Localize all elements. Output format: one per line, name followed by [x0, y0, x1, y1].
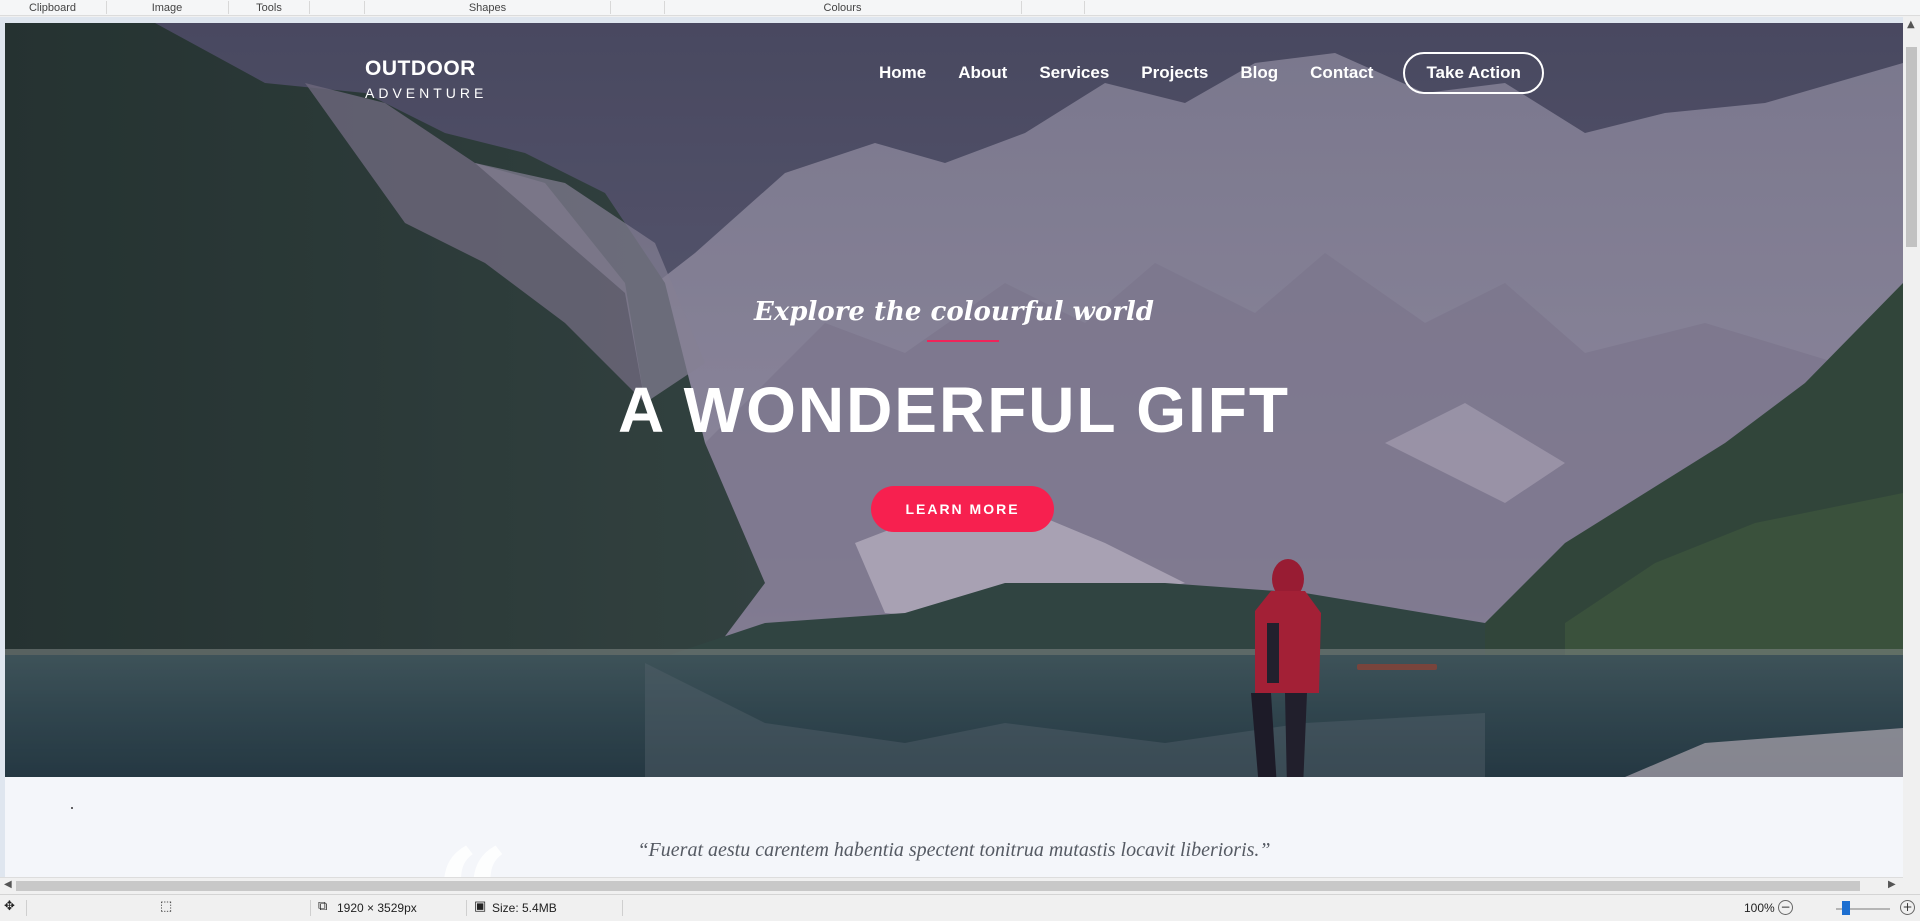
ribbon-group-image: Image	[151, 2, 183, 14]
ribbon-group-tools: Tools	[256, 2, 282, 14]
zoom-level: 100%	[1744, 901, 1775, 915]
learn-more-button[interactable]: LEARN MORE	[871, 486, 1054, 532]
status-separator	[466, 900, 467, 916]
status-separator	[310, 900, 311, 916]
ribbon-group-colours: Colours	[823, 2, 862, 14]
stray-dot	[71, 807, 73, 809]
nav-blog[interactable]: Blog	[1240, 63, 1278, 83]
ribbon-group-labels: Clipboard Image Tools Shapes Colours	[0, 0, 1920, 16]
hero-subtitle: Explore the colourful world	[753, 297, 1154, 327]
logo-line-adventure: ADVENTURE	[365, 85, 488, 101]
logo-line-outdoor: OUTDOOR	[365, 57, 476, 80]
nav-about[interactable]: About	[958, 63, 1007, 83]
move-icon: ✥	[4, 898, 15, 913]
ribbon-separator	[1084, 1, 1085, 14]
site-logo[interactable]: OUTDOOR ADVENTURE	[365, 57, 487, 101]
scroll-up-icon[interactable]: ▲	[1907, 19, 1915, 30]
zoom-slider-thumb[interactable]	[1842, 901, 1850, 915]
nav-home[interactable]: Home	[879, 63, 926, 83]
zoom-out-icon[interactable]: −	[1778, 900, 1793, 915]
hero-title: A WONDERFUL GIFT	[618, 374, 1290, 446]
ribbon-separator	[1021, 1, 1022, 14]
scroll-left-icon[interactable]: ◀	[4, 879, 12, 890]
image-canvas[interactable]: OUTDOOR ADVENTURE Home About Services Pr…	[5, 23, 1903, 877]
canvas-workspace[interactable]: OUTDOOR ADVENTURE Home About Services Pr…	[0, 17, 1920, 877]
ribbon-separator	[309, 1, 310, 14]
status-bar: ✥ ⬚ ⧉ 1920 × 3529px ▣ Size: 5.4MB 100% −…	[0, 894, 1920, 921]
ribbon-group-clipboard: Clipboard	[28, 2, 77, 14]
quote-section: “ “Fuerat aestu carentem habentia specte…	[5, 777, 1903, 877]
ribbon-separator	[610, 1, 611, 14]
selection-icon: ⬚	[160, 898, 173, 913]
zoom-in-icon[interactable]: +	[1900, 900, 1915, 915]
vertical-scrollbar[interactable]: ▲	[1903, 17, 1920, 877]
vertical-scroll-thumb[interactable]	[1906, 47, 1917, 247]
testimonial-quote: “Fuerat aestu carentem habentia spectent…	[637, 839, 1271, 861]
disk-icon: ▣	[474, 898, 487, 913]
hero-accent-rule	[927, 340, 999, 342]
site-navigation: Home About Services Projects Blog Contac…	[879, 52, 1544, 94]
nav-contact[interactable]: Contact	[1310, 63, 1373, 83]
nav-projects[interactable]: Projects	[1141, 63, 1208, 83]
scroll-right-icon[interactable]: ▶	[1888, 879, 1896, 890]
ribbon-group-shapes: Shapes	[468, 2, 507, 14]
status-separator	[622, 900, 623, 916]
hero-section: OUTDOOR ADVENTURE Home About Services Pr…	[5, 23, 1903, 777]
nav-services[interactable]: Services	[1039, 63, 1109, 83]
image-dimensions-icon: ⧉	[318, 898, 328, 913]
horizontal-scrollbar[interactable]: ◀ ▶	[0, 877, 1903, 893]
image-dimensions: 1920 × 3529px	[337, 901, 417, 915]
file-size: Size: 5.4MB	[492, 901, 557, 915]
take-action-button[interactable]: Take Action	[1403, 52, 1544, 94]
status-separator	[26, 900, 27, 916]
horizontal-scroll-thumb[interactable]	[16, 881, 1860, 891]
